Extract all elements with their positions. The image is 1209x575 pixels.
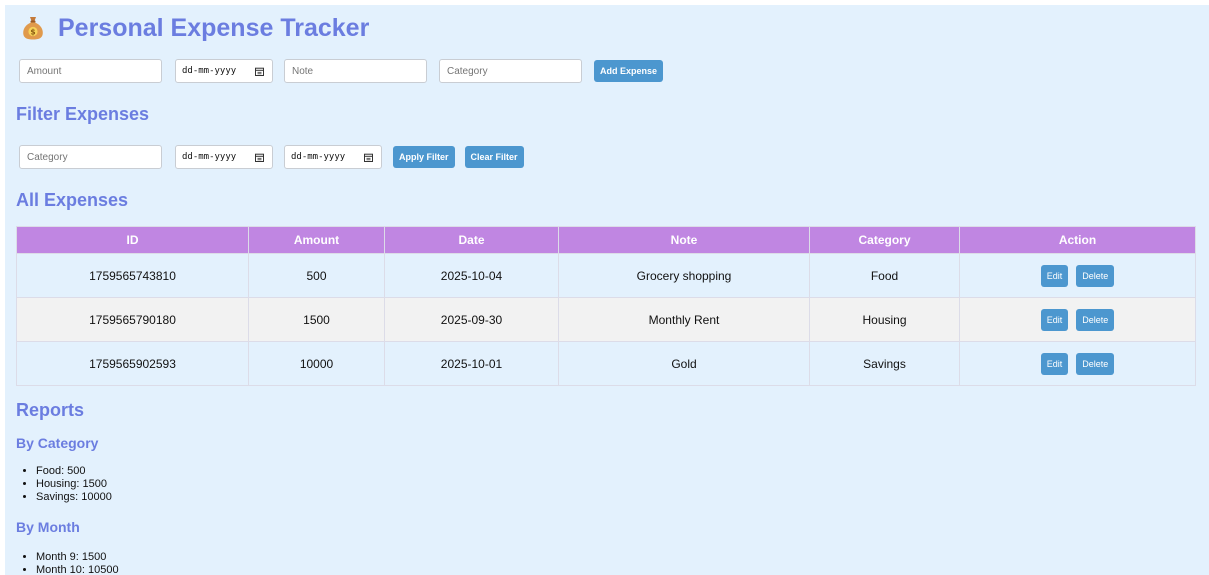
table-header-row: ID Amount Date Note Category Action bbox=[16, 226, 1196, 254]
expense-date-placeholder: dd-mm-yyyy bbox=[182, 66, 237, 76]
cell-id: 1759565743810 bbox=[16, 253, 249, 298]
cell-date: 2025-09-30 bbox=[384, 297, 559, 342]
amount-input[interactable] bbox=[19, 59, 162, 83]
table-row: 1759565743810 500 2025-10-04 Grocery sho… bbox=[16, 253, 1196, 298]
cell-date: 2025-10-01 bbox=[384, 341, 559, 386]
cell-note: Monthly Rent bbox=[558, 297, 810, 342]
cell-action: Edit Delete bbox=[959, 253, 1196, 298]
delete-button[interactable]: Delete bbox=[1076, 352, 1115, 375]
delete-button[interactable]: Delete bbox=[1076, 264, 1115, 287]
filter-category-input[interactable] bbox=[19, 145, 162, 169]
calendar-icon[interactable] bbox=[255, 67, 264, 76]
column-header-amount: Amount bbox=[248, 226, 385, 254]
add-expense-button[interactable]: Add Expense bbox=[594, 60, 664, 82]
reports-section-title: Reports bbox=[16, 400, 85, 420]
to-date-placeholder: dd-mm-yyyy bbox=[291, 152, 346, 162]
list-item: Savings: 10000 bbox=[36, 491, 112, 504]
list-item: Food: 500 bbox=[36, 465, 112, 478]
by-category-title: By Category bbox=[16, 435, 99, 451]
header: $ Personal Expense Tracker bbox=[22, 13, 369, 43]
filter-from-date-input[interactable]: dd-mm-yyyy bbox=[175, 145, 273, 169]
list-item: Housing: 1500 bbox=[36, 478, 112, 491]
column-header-id: ID bbox=[16, 226, 249, 254]
cell-id: 1759565902593 bbox=[16, 341, 249, 386]
cell-action: Edit Delete bbox=[959, 297, 1196, 342]
column-header-note: Note bbox=[558, 226, 810, 254]
column-header-action: Action bbox=[959, 226, 1196, 254]
by-month-list: Month 9: 1500 Month 10: 10500 bbox=[16, 551, 119, 575]
cell-amount: 500 bbox=[248, 253, 385, 298]
cell-date: 2025-10-04 bbox=[384, 253, 559, 298]
cell-amount: 1500 bbox=[248, 297, 385, 342]
cell-note: Grocery shopping bbox=[558, 253, 810, 298]
column-header-category: Category bbox=[809, 226, 960, 254]
cell-category: Savings bbox=[809, 341, 960, 386]
expenses-table: ID Amount Date Note Category Action 1759… bbox=[16, 226, 1196, 386]
cell-note: Gold bbox=[558, 341, 810, 386]
filter-section-title: Filter Expenses bbox=[16, 104, 150, 124]
calendar-icon[interactable] bbox=[364, 153, 373, 162]
app-page: $ Personal Expense Tracker dd-mm-yyyy Ad… bbox=[5, 5, 1209, 575]
cell-category: Food bbox=[809, 253, 960, 298]
add-expense-form: dd-mm-yyyy Add Expense bbox=[19, 59, 664, 83]
filter-form: dd-mm-yyyy dd-mm-yyyy Apply Filter Clear… bbox=[19, 145, 524, 169]
cell-id: 1759565790180 bbox=[16, 297, 249, 342]
filter-to-date-input[interactable]: dd-mm-yyyy bbox=[284, 145, 382, 169]
expense-date-input[interactable]: dd-mm-yyyy bbox=[175, 59, 273, 83]
delete-button[interactable]: Delete bbox=[1076, 308, 1115, 331]
clear-filter-button[interactable]: Clear Filter bbox=[464, 146, 524, 168]
cell-category: Housing bbox=[809, 297, 960, 342]
by-category-list: Food: 500 Housing: 1500 Savings: 10000 bbox=[16, 465, 112, 504]
edit-button[interactable]: Edit bbox=[1040, 352, 1069, 375]
calendar-icon[interactable] bbox=[255, 153, 264, 162]
cell-action: Edit Delete bbox=[959, 341, 1196, 386]
category-input[interactable] bbox=[439, 59, 582, 83]
by-month-title: By Month bbox=[16, 519, 80, 535]
from-date-placeholder: dd-mm-yyyy bbox=[182, 152, 237, 162]
note-input[interactable] bbox=[284, 59, 427, 83]
table-row: 1759565790180 1500 2025-09-30 Monthly Re… bbox=[16, 297, 1196, 342]
list-item: Month 9: 1500 bbox=[36, 551, 119, 564]
page-title: Personal Expense Tracker bbox=[58, 14, 370, 42]
apply-filter-button[interactable]: Apply Filter bbox=[393, 146, 455, 168]
svg-text:$: $ bbox=[30, 27, 35, 36]
money-bag-icon: $ bbox=[23, 17, 43, 40]
expenses-section-title: All Expenses bbox=[16, 190, 129, 210]
edit-button[interactable]: Edit bbox=[1040, 264, 1069, 287]
list-item: Month 10: 10500 bbox=[36, 564, 119, 575]
table-row: 1759565902593 10000 2025-10-01 Gold Savi… bbox=[16, 341, 1196, 386]
edit-button[interactable]: Edit bbox=[1040, 308, 1069, 331]
cell-amount: 10000 bbox=[248, 341, 385, 386]
column-header-date: Date bbox=[384, 226, 559, 254]
